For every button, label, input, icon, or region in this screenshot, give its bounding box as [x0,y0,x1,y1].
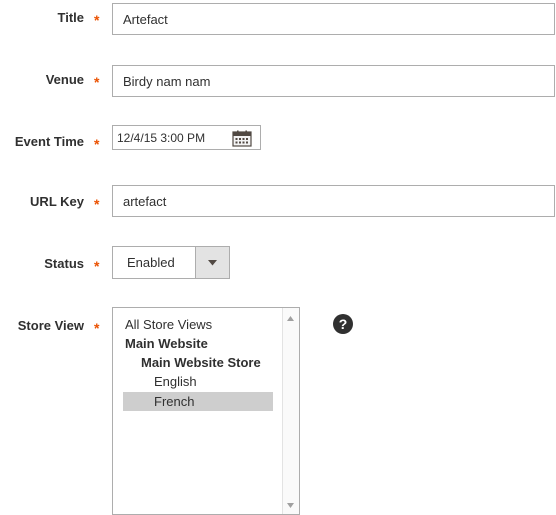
status-required-icon: * [94,258,100,274]
store-view-option-main-website-store: Main Website Store [141,355,261,370]
store-view-option-english[interactable]: English [123,372,197,391]
url-key-label: URL Key [30,194,84,209]
venue-input-value: Birdy nam nam [123,73,211,89]
title-label: Title [57,10,85,25]
venue-input[interactable]: Birdy nam nam [112,65,555,97]
status-label: Status [44,256,84,271]
store-view-label: Store View [17,318,84,333]
status-select[interactable]: Enabled [112,246,230,279]
store-view-multiselect[interactable]: All Store Views Main Website Main Websit… [112,307,300,515]
event-time-input-value: 12/4/15 3:00 PM [117,130,206,145]
title-required-icon: * [94,12,100,28]
store-view-option-main-website: Main Website [125,336,208,351]
event-time-label: Event Time [14,134,84,149]
url-key-required-icon: * [94,196,100,212]
title-input[interactable]: Artefact [112,3,555,35]
scroll-down-icon[interactable] [287,503,294,508]
url-key-input[interactable]: artefact [112,185,555,217]
help-icon-symbol: ? [338,316,348,332]
status-select-value: Enabled [127,255,175,270]
store-view-option-all[interactable]: All Store Views [123,315,212,334]
venue-required-icon: * [94,74,100,90]
event-time-required-icon: * [94,136,100,152]
url-key-input-value: artefact [123,193,167,209]
calendar-icon[interactable] [232,130,252,147]
store-view-option-french[interactable]: French [123,392,273,411]
scroll-up-icon[interactable] [287,316,294,321]
title-input-value: Artefact [123,11,168,27]
store-view-scrollbar[interactable] [282,308,299,514]
store-view-required-icon: * [94,320,100,336]
venue-label: Venue [45,72,84,87]
event-time-input[interactable]: 12/4/15 3:00 PM [112,125,261,150]
chevron-down-icon [208,259,217,265]
help-icon[interactable]: ? [333,314,353,334]
status-dropdown-button[interactable] [195,247,229,278]
